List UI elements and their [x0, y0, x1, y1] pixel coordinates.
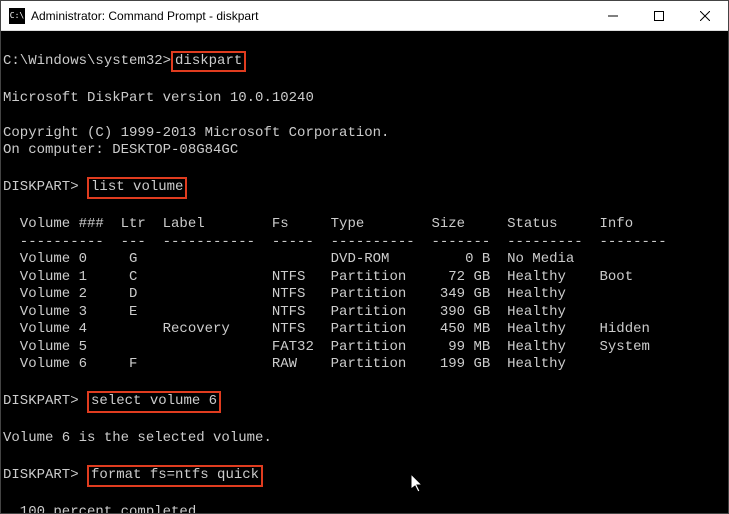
diskpart-prompt: DISKPART>: [3, 467, 79, 483]
terminal-output[interactable]: C:\Windows\system32>diskpart Microsoft D…: [1, 31, 728, 513]
diskpart-prompt: DISKPART>: [3, 179, 79, 195]
diskpart-prompt: DISKPART>: [3, 393, 79, 409]
close-button[interactable]: [682, 1, 728, 30]
cmd-icon: C:\: [9, 8, 25, 24]
highlight-diskpart: diskpart: [171, 51, 246, 73]
window-title: Administrator: Command Prompt - diskpart: [31, 9, 590, 23]
minimize-button[interactable]: [590, 1, 636, 30]
table-divider: ---------- --- ----------- ----- -------…: [3, 234, 667, 250]
highlight-select-volume: select volume 6: [87, 391, 221, 413]
selected-msg: Volume 6 is the selected volume.: [3, 430, 272, 446]
computer-line: On computer: DESKTOP-08G84GC: [3, 142, 238, 158]
highlight-list-volume: list volume: [87, 177, 187, 199]
maximize-button[interactable]: [636, 1, 682, 30]
prompt-path: C:\Windows\system32>: [3, 53, 171, 69]
table-body: Volume 0 G DVD-ROM 0 B No Media Volume 1…: [3, 251, 650, 372]
version-line: Microsoft DiskPart version 10.0.10240: [3, 90, 314, 106]
command-prompt-window: C:\ Administrator: Command Prompt - disk…: [0, 0, 729, 514]
mouse-cursor-icon: [411, 474, 427, 494]
copyright-line: Copyright (C) 1999-2013 Microsoft Corpor…: [3, 125, 389, 141]
table-header: Volume ### Ltr Label Fs Type Size Status…: [3, 216, 633, 232]
window-buttons: [590, 1, 728, 30]
titlebar[interactable]: C:\ Administrator: Command Prompt - disk…: [1, 1, 728, 31]
progress-msg: 100 percent completed: [3, 504, 196, 513]
highlight-format: format fs=ntfs quick: [87, 465, 263, 487]
